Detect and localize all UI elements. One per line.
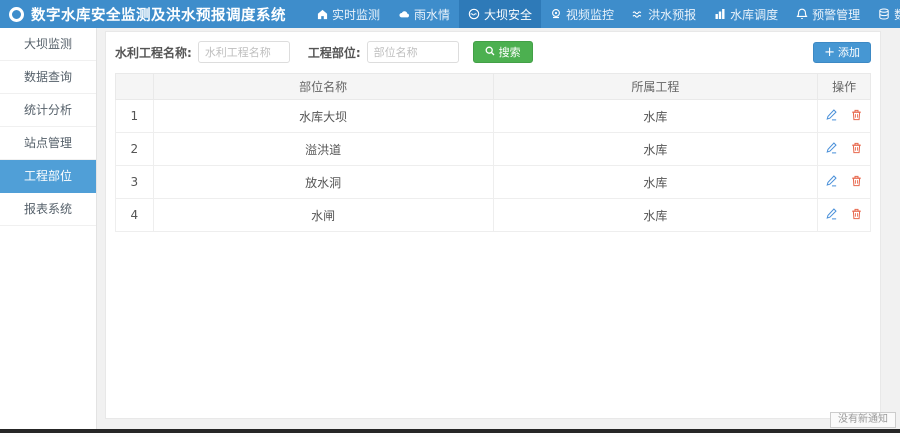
nav-item-label: 洪水预报 — [648, 6, 696, 23]
table-header-row: 部位名称 所属工程 操作 — [116, 74, 871, 100]
bell-icon — [796, 8, 808, 20]
row-project: 水库 — [493, 166, 818, 199]
add-button[interactable]: + 添加 — [813, 42, 871, 63]
main-content: 水利工程名称: 工程部位: 搜索 + 添加 — [97, 28, 900, 429]
camera-icon — [550, 8, 562, 20]
nav-item-label: 水库调度 — [730, 6, 778, 23]
project-name-input[interactable] — [198, 41, 290, 63]
top-header: 数字水库安全监测及洪水预报调度系统 实时监测 雨水情 大坝安全 视频监控 洪水预… — [0, 0, 900, 28]
search-button[interactable]: 搜索 — [473, 41, 533, 63]
plus-icon: + — [824, 46, 835, 59]
table-row: 2 溢洪道 水库 — [116, 133, 871, 166]
col-header-operation: 操作 — [818, 74, 871, 100]
search-button-label: 搜索 — [499, 44, 521, 60]
row-part: 水库大坝 — [153, 100, 493, 133]
top-nav: 实时监测 雨水情 大坝安全 视频监控 洪水预报 水库调度 — [308, 0, 900, 28]
row-part: 溢洪道 — [153, 133, 493, 166]
search-icon — [485, 46, 495, 59]
edit-icon[interactable] — [825, 141, 838, 157]
row-index: 3 — [116, 166, 154, 199]
sidebar-item-dam-monitor[interactable]: 大坝监测 — [0, 28, 96, 61]
nav-item-reservoir-dispatch[interactable]: 水库调度 — [705, 0, 787, 28]
home-icon — [317, 9, 328, 20]
sidebar-item-project-parts[interactable]: 工程部位 — [0, 160, 96, 193]
filter-toolbar: 水利工程名称: 工程部位: 搜索 + 添加 — [115, 39, 871, 65]
row-part: 放水洞 — [153, 166, 493, 199]
table-row: 3 放水洞 水库 — [116, 166, 871, 199]
app-title: 数字水库安全监测及洪水预报调度系统 — [31, 4, 286, 25]
project-name-label: 水利工程名称: — [115, 44, 192, 61]
nav-item-label: 视频监控 — [566, 6, 614, 23]
part-name-label: 工程部位: — [308, 44, 361, 61]
col-header-project: 所属工程 — [493, 74, 818, 100]
content-panel: 水利工程名称: 工程部位: 搜索 + 添加 — [105, 31, 881, 419]
sidebar-item-station-mgmt[interactable]: 站点管理 — [0, 127, 96, 160]
table-row: 1 水库大坝 水库 — [116, 100, 871, 133]
nav-item-rainwater[interactable]: 雨水情 — [389, 0, 459, 28]
col-header-index — [116, 74, 154, 100]
nav-item-label: 预警管理 — [812, 6, 860, 23]
col-header-part: 部位名称 — [153, 74, 493, 100]
nav-item-video[interactable]: 视频监控 — [541, 0, 623, 28]
row-project: 水库 — [493, 133, 818, 166]
app-logo-icon — [9, 7, 24, 22]
edit-icon[interactable] — [825, 174, 838, 190]
app-window: 数字水库安全监测及洪水预报调度系统 实时监测 雨水情 大坝安全 视频监控 洪水预… — [0, 0, 900, 437]
cloud-icon — [398, 9, 410, 20]
nav-item-label: 实时监测 — [332, 6, 380, 23]
nav-item-flood-forecast[interactable]: 洪水预报 — [623, 0, 705, 28]
delete-icon[interactable] — [850, 207, 863, 223]
dam-icon — [468, 8, 480, 20]
row-project: 水库 — [493, 199, 818, 232]
sidebar-item-data-query[interactable]: 数据查询 — [0, 61, 96, 94]
table-row: 4 水闸 水库 — [116, 199, 871, 232]
delete-icon[interactable] — [850, 141, 863, 157]
row-index: 1 — [116, 100, 154, 133]
row-index: 2 — [116, 133, 154, 166]
row-part: 水闸 — [153, 199, 493, 232]
nav-item-dam-safety[interactable]: 大坝安全 — [459, 0, 541, 28]
delete-icon[interactable] — [850, 108, 863, 124]
delete-icon[interactable] — [850, 174, 863, 190]
edit-icon[interactable] — [825, 207, 838, 223]
sidebar-item-report-system[interactable]: 报表系统 — [0, 193, 96, 226]
row-project: 水库 — [493, 100, 818, 133]
reservoir-icon — [714, 8, 726, 20]
window-bottom-edge — [0, 429, 900, 433]
sidebar-item-statistics[interactable]: 统计分析 — [0, 94, 96, 127]
sidebar: 大坝监测 数据查询 统计分析 站点管理 工程部位 报表系统 — [0, 28, 97, 429]
parts-table: 部位名称 所属工程 操作 1 水库大坝 水库 — [115, 73, 871, 232]
database-icon — [878, 8, 890, 20]
nav-item-realtime[interactable]: 实时监测 — [308, 0, 389, 28]
edit-icon[interactable] — [825, 108, 838, 124]
nav-item-label: 雨水情 — [414, 6, 450, 23]
row-index: 4 — [116, 199, 154, 232]
nav-item-label: 数据维护 — [894, 6, 900, 23]
notification-badge[interactable]: 没有新通知 — [830, 412, 896, 428]
part-name-input[interactable] — [367, 41, 459, 63]
nav-item-data-maintenance[interactable]: 数据维护 — [869, 0, 900, 28]
nav-item-label: 大坝安全 — [484, 6, 532, 23]
nav-item-alert[interactable]: 预警管理 — [787, 0, 869, 28]
flood-icon — [632, 8, 644, 20]
add-button-label: 添加 — [838, 44, 860, 60]
